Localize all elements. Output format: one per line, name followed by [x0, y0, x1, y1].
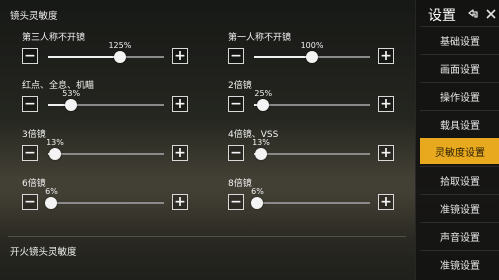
- close-icon[interactable]: [484, 7, 498, 21]
- slider-track[interactable]: [254, 51, 370, 63]
- increase-button[interactable]: +: [378, 48, 394, 64]
- decrease-button[interactable]: −: [228, 48, 244, 64]
- setting-value: 25%: [254, 89, 273, 98]
- setting-value: 125%: [108, 41, 132, 50]
- slider-track[interactable]: [254, 148, 370, 160]
- decrease-button[interactable]: −: [22, 145, 38, 161]
- sidebar-menu-item[interactable]: 操作设置: [420, 82, 499, 109]
- increase-button[interactable]: +: [378, 194, 394, 210]
- setting-value: 6%: [251, 187, 264, 196]
- sidebar-header: 设置: [422, 4, 499, 24]
- increase-button[interactable]: +: [172, 96, 188, 112]
- slider-track[interactable]: [48, 99, 164, 111]
- sidebar-menu-item[interactable]: 拾取设置: [420, 166, 499, 193]
- section-title-fire: 开火镜头灵敏度: [10, 247, 77, 258]
- setting-value: 100%: [300, 41, 324, 50]
- setting-label: 3倍镜: [22, 130, 46, 140]
- sensitivity-setting: 6倍镜 −6% +: [22, 176, 202, 230]
- sidebar-menu-item[interactable]: 声音设置: [420, 222, 499, 249]
- sidebar-menu-item[interactable]: 准镜设置: [420, 194, 499, 221]
- sensitivity-setting: 第三人称不开镜 − 125% +: [22, 30, 202, 84]
- sidebar-menu-item[interactable]: 准镜设置: [420, 250, 499, 277]
- sidebar-menu-item[interactable]: 基础设置: [420, 26, 499, 53]
- settings-sidebar: 设置 基础设置 画面设置 操作设置 载具设置 灵敏度设置 拾取设置 准镜设置 声音设置 准镜设置: [415, 0, 499, 280]
- setting-value: 53%: [62, 89, 81, 98]
- setting-label: 8倍镜: [228, 179, 252, 189]
- sensitivity-setting: 红点、全息、机瞄 − 53% +: [22, 78, 202, 132]
- decrease-button[interactable]: −: [22, 48, 38, 64]
- decrease-button[interactable]: −: [22, 96, 38, 112]
- sidebar-menu-item[interactable]: 画面设置: [420, 54, 499, 81]
- slider-knob[interactable]: [65, 99, 78, 111]
- sidebar-menu-item[interactable]: 灵敏度设置: [420, 138, 499, 164]
- increase-button[interactable]: +: [378, 96, 394, 112]
- setting-value: 13%: [252, 138, 270, 147]
- sensitivity-setting: 8倍镜 −6% +: [228, 176, 408, 230]
- slider-knob[interactable]: [251, 197, 264, 209]
- sensitivity-setting: 4倍镜、VSS −13% +: [228, 127, 408, 181]
- setting-value: 6%: [45, 187, 58, 196]
- slider-track[interactable]: [45, 197, 164, 209]
- slider-fill: [254, 56, 312, 58]
- slider-track[interactable]: [251, 197, 370, 209]
- section-title-camera: 镜头灵敏度: [10, 11, 58, 22]
- slider-track[interactable]: [254, 99, 370, 111]
- slider-track[interactable]: [48, 148, 164, 160]
- slider-knob[interactable]: [257, 99, 270, 111]
- setting-value: 13%: [46, 138, 64, 147]
- sidebar-menu-item[interactable]: 载具设置: [420, 110, 499, 137]
- slider-fill: [48, 56, 120, 58]
- setting-label: 第三人称不开镜: [22, 33, 86, 43]
- increase-button[interactable]: +: [172, 145, 188, 161]
- back-arrow-icon[interactable]: [466, 7, 480, 21]
- decrease-button[interactable]: −: [22, 194, 38, 210]
- sidebar-title: 设置: [428, 8, 456, 24]
- sensitivity-setting: 第一人称不开镜 − 100% +: [228, 30, 408, 84]
- setting-label: 2倍镜: [228, 81, 252, 91]
- setting-label: 红点、全息、机瞄: [22, 81, 95, 91]
- sensitivity-panel: 镜头灵敏度 第三人称不开镜 −125% + 第一人称不开镜 −100% + 红点、全息、机瞄…: [0, 0, 415, 280]
- decrease-button[interactable]: −: [228, 96, 244, 112]
- sensitivity-setting: 3倍镜 −13% +: [22, 127, 202, 181]
- decrease-button[interactable]: −: [228, 194, 244, 210]
- increase-button[interactable]: +: [378, 145, 394, 161]
- slider-knob[interactable]: [113, 51, 126, 63]
- slider-knob[interactable]: [254, 148, 267, 160]
- slider-track[interactable]: [48, 51, 164, 63]
- slider-knob[interactable]: [306, 51, 318, 63]
- setting-label: 第一人称不开镜: [228, 33, 292, 43]
- slider-knob[interactable]: [48, 148, 61, 160]
- sensitivity-setting: 2倍镜 − 25% +: [228, 78, 408, 132]
- increase-button[interactable]: +: [172, 194, 188, 210]
- section-divider: [8, 236, 406, 237]
- setting-label: 6倍镜: [22, 179, 46, 189]
- increase-button[interactable]: +: [172, 48, 188, 64]
- decrease-button[interactable]: −: [228, 145, 244, 161]
- slider-knob[interactable]: [45, 197, 58, 209]
